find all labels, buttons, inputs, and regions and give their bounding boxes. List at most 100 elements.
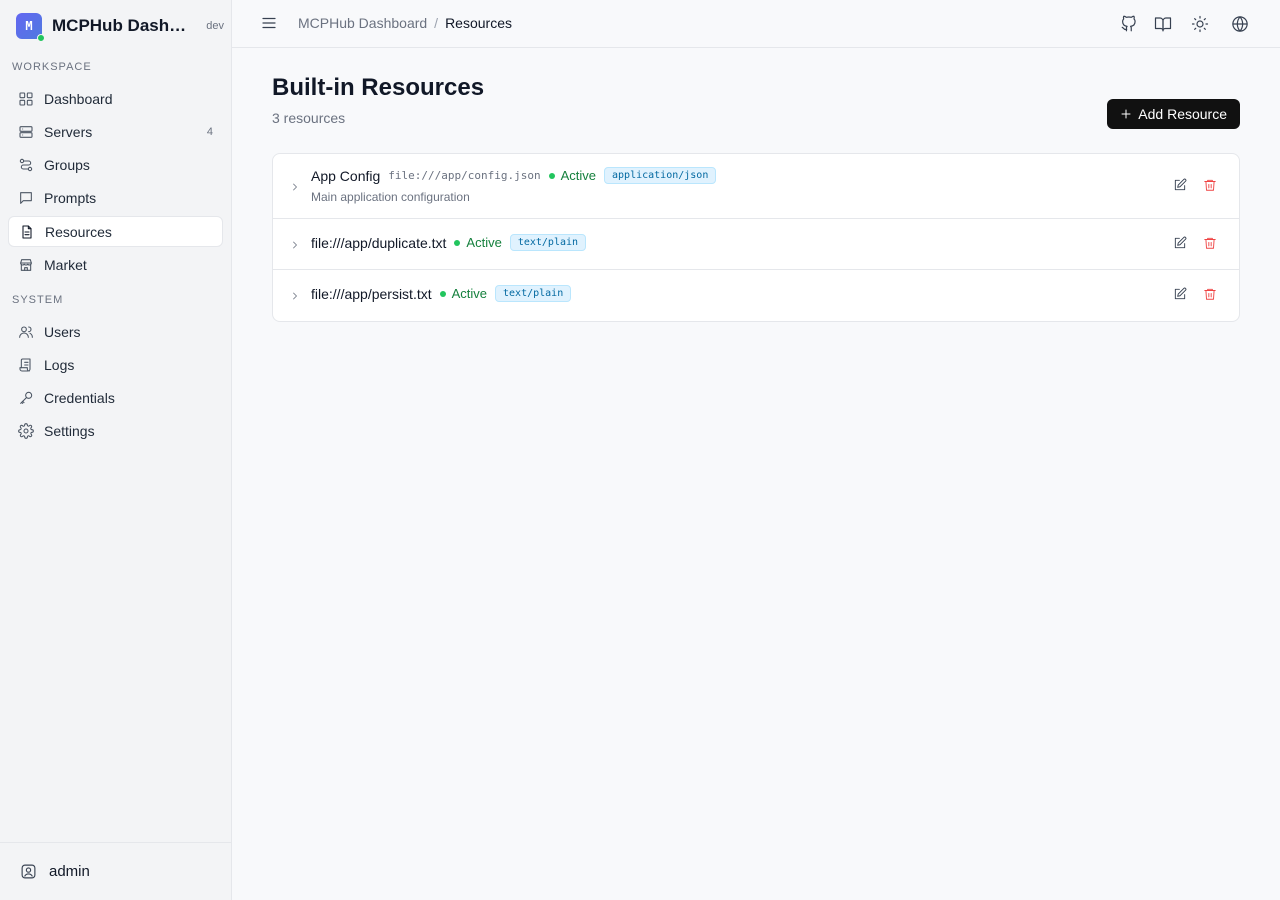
store-icon bbox=[20, 258, 32, 271]
status-dot bbox=[548, 172, 555, 179]
resource-name: file:///app/duplicate.txt bbox=[311, 234, 447, 251]
sidebar-item-label: Servers bbox=[44, 123, 93, 140]
resource-uri: file:///app/config.json bbox=[388, 169, 541, 182]
sidebar-item-servers[interactable]: Servers 4 bbox=[8, 116, 223, 147]
sidebar-item-label: Dashboard bbox=[44, 90, 113, 107]
resource-row[interactable]: App Config file:///app/config.json Activ… bbox=[273, 154, 1239, 219]
chevron-right-icon bbox=[293, 183, 297, 191]
status-dot bbox=[439, 290, 446, 297]
sidebar-item-label: Market bbox=[44, 256, 87, 273]
language-button[interactable] bbox=[1229, 13, 1251, 35]
resource-list: App Config file:///app/config.json Activ… bbox=[272, 153, 1240, 322]
sidebar-item-resources[interactable]: Resources bbox=[8, 216, 223, 247]
breadcrumb-separator: / bbox=[434, 15, 439, 31]
key-icon bbox=[20, 391, 33, 404]
trash-icon bbox=[1204, 179, 1216, 191]
delete-button[interactable] bbox=[1203, 287, 1219, 303]
mime-type-badge: application/json bbox=[604, 167, 717, 184]
sidebar-item-label: Users bbox=[44, 323, 81, 340]
trash-icon bbox=[1204, 288, 1216, 300]
status-label: Active bbox=[451, 286, 488, 301]
page-title: Built-in Resources bbox=[272, 74, 485, 101]
resource-row[interactable]: file:///app/persist.txt Active text/plai… bbox=[273, 270, 1239, 321]
book-icon bbox=[1154, 17, 1172, 32]
breadcrumb-current: Resources bbox=[445, 15, 512, 31]
menu-toggle-button[interactable] bbox=[260, 14, 280, 34]
username: admin bbox=[49, 863, 90, 880]
system-section-label: SYSTEM bbox=[12, 294, 64, 306]
resource-header: file:///app/duplicate.txt Active text/pl… bbox=[311, 234, 587, 251]
delete-button[interactable] bbox=[1203, 236, 1219, 252]
globe-icon bbox=[1232, 16, 1248, 32]
sidebar-item-label: Credentials bbox=[44, 389, 115, 406]
chevron-right-icon bbox=[293, 241, 297, 249]
mime-type-badge: text/plain bbox=[495, 285, 572, 302]
sidebar-item-dashboard[interactable]: Dashboard bbox=[8, 83, 223, 114]
sidebar-item-users[interactable]: Users bbox=[8, 316, 223, 347]
github-icon bbox=[1121, 15, 1136, 32]
resource-header: App Config file:///app/config.json Activ… bbox=[311, 167, 717, 184]
gear-icon bbox=[18, 422, 34, 439]
sidebar-item-label: Groups bbox=[44, 156, 90, 173]
mime-type-badge: text/plain bbox=[509, 234, 587, 251]
chevron-right-icon bbox=[293, 292, 297, 300]
brand-logo-letter: M bbox=[25, 19, 33, 33]
resource-name: App Config bbox=[311, 167, 381, 184]
user-menu[interactable]: admin bbox=[0, 842, 231, 900]
grid-icon bbox=[19, 91, 33, 106]
status-label: Active bbox=[560, 168, 597, 183]
sun-icon bbox=[1191, 15, 1209, 33]
resource-description: Main application configuration bbox=[311, 190, 470, 204]
status-badge: Active bbox=[548, 168, 597, 183]
status-label: Active bbox=[466, 235, 502, 250]
expand-toggle[interactable] bbox=[289, 180, 301, 192]
top-bar: MCPHub Dashboard / Resources bbox=[232, 0, 1280, 48]
theme-toggle-button[interactable] bbox=[1189, 13, 1211, 35]
sidebar-item-groups[interactable]: Groups bbox=[8, 149, 223, 180]
edit-button[interactable] bbox=[1173, 236, 1189, 252]
message-icon bbox=[20, 191, 32, 204]
expand-toggle[interactable] bbox=[289, 238, 301, 250]
logs-icon bbox=[19, 357, 31, 372]
breadcrumb: MCPHub Dashboard / Resources bbox=[298, 15, 512, 31]
trash-icon bbox=[1204, 237, 1216, 249]
sidebar-item-market[interactable]: Market bbox=[8, 249, 223, 280]
online-status-dot bbox=[37, 34, 45, 42]
users-icon bbox=[19, 325, 33, 338]
resource-row[interactable]: file:///app/duplicate.txt Active text/pl… bbox=[273, 219, 1239, 270]
delete-button[interactable] bbox=[1203, 178, 1219, 194]
breadcrumb-root-link[interactable]: MCPHub Dashboard bbox=[298, 15, 427, 31]
status-badge: Active bbox=[439, 286, 488, 301]
user-icon bbox=[21, 864, 36, 879]
resource-name: file:///app/persist.txt bbox=[311, 285, 432, 302]
edit-button[interactable] bbox=[1173, 178, 1189, 194]
sidebar-item-label: Settings bbox=[44, 422, 95, 439]
sidebar-item-label: Logs bbox=[44, 356, 75, 373]
groups-icon bbox=[19, 158, 33, 171]
plus-icon bbox=[1121, 109, 1131, 119]
sidebar-item-prompts[interactable]: Prompts bbox=[8, 182, 223, 213]
brand-logo: M bbox=[16, 13, 45, 42]
add-resource-label: Add Resource bbox=[1138, 106, 1227, 122]
docs-link[interactable] bbox=[1152, 13, 1174, 35]
resource-count: 3 resources bbox=[272, 110, 346, 126]
server-icon bbox=[19, 125, 33, 138]
edit-icon bbox=[1174, 287, 1187, 300]
resource-header: file:///app/persist.txt Active text/plai… bbox=[311, 285, 572, 302]
sidebar-item-label: Resources bbox=[45, 223, 112, 240]
github-link[interactable] bbox=[1118, 13, 1140, 35]
sidebar-item-credentials[interactable]: Credentials bbox=[8, 382, 223, 413]
status-dot bbox=[454, 239, 461, 246]
sidebar-item-logs[interactable]: Logs bbox=[8, 349, 223, 380]
hamburger-icon bbox=[262, 17, 276, 29]
brand[interactable]: M MCPHub Dashboard dev bbox=[16, 12, 224, 42]
sidebar-item-settings[interactable]: Settings bbox=[8, 415, 223, 446]
sidebar-item-label: Prompts bbox=[44, 189, 97, 206]
edit-button[interactable] bbox=[1173, 287, 1189, 303]
add-resource-button[interactable]: Add Resource bbox=[1107, 99, 1240, 129]
file-icon bbox=[22, 224, 32, 239]
sidebar: M MCPHub Dashboard dev WORKSPACE Dashboa… bbox=[0, 0, 232, 900]
edit-icon bbox=[1174, 236, 1187, 249]
expand-toggle[interactable] bbox=[289, 289, 301, 301]
servers-count: 4 bbox=[206, 125, 213, 138]
